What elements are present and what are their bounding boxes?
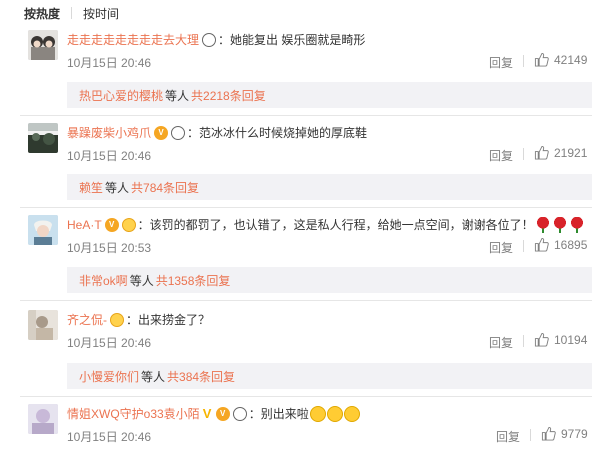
like-count: 9779 — [561, 426, 588, 441]
sort-by-time-tab[interactable]: 按时间 — [83, 5, 119, 22]
member-badge-icon — [121, 218, 136, 232]
smile-emoji-icon — [309, 406, 326, 422]
panda-emoji-icon — [232, 407, 247, 421]
comment-text: ：出来捞金了？ — [126, 313, 211, 327]
like-button[interactable]: 9779 — [541, 426, 588, 441]
thumb-up-icon — [534, 332, 549, 347]
comment-username[interactable]: HeA·T — [67, 217, 102, 233]
comment-username[interactable]: 暴躁废柴小鸡爪 — [67, 125, 151, 141]
divider — [20, 300, 592, 301]
sort-bar: 按热度 按时间 — [0, 0, 600, 26]
comment-time: 10月15日 20:46 — [67, 336, 152, 350]
avatar[interactable] — [28, 30, 58, 60]
avatar[interactable] — [28, 123, 58, 153]
sub-replies-box: 非常ok啊 等人 共1358条回复 — [67, 267, 592, 293]
comment-username[interactable]: 走走走走走走走走去大理 — [67, 32, 199, 48]
comment-text: ：她能复出 娱乐圈就是畸形 — [218, 33, 366, 47]
panda-emoji-icon — [202, 33, 217, 47]
action-divider — [523, 335, 524, 347]
sub-reply-etc: 等人 — [129, 273, 154, 288]
thumb-up-icon — [541, 426, 556, 441]
like-count: 16895 — [554, 237, 588, 252]
like-count: 10194 — [554, 332, 588, 347]
vip-badge-icon: V — [154, 126, 169, 140]
reply-button[interactable]: 回复 — [489, 334, 513, 351]
comment-username[interactable]: 情姐XWQ守护o33袁小陌 — [67, 406, 200, 422]
sub-replies-box: 小慢爱你们 等人 共384条回复 — [67, 363, 592, 389]
like-button[interactable]: 21921 — [534, 145, 587, 160]
comment-time: 10月15日 20:46 — [67, 430, 152, 444]
v-verified-icon: V — [202, 406, 212, 421]
reply-button[interactable]: 回复 — [489, 54, 513, 71]
comment-username[interactable]: 齐之侃- — [67, 312, 107, 328]
like-button[interactable]: 16895 — [534, 237, 587, 252]
comment-text: ：该罚的都罚了，也认错了，这是私人行程，给她一点空间，谢谢各位了！ — [137, 218, 534, 232]
sub-replies-box: 赖笙 等人 共784条回复 — [67, 174, 592, 200]
vip-badge-icon: V — [215, 407, 230, 421]
vip-badge-icon: V — [104, 218, 119, 232]
comment-text: ：别出来啦 — [248, 407, 309, 421]
smile-emoji-icon — [343, 406, 360, 422]
sub-reply-user[interactable]: 非常ok啊 — [79, 272, 128, 289]
reply-button[interactable]: 回复 — [496, 428, 520, 445]
like-button[interactable]: 42149 — [534, 52, 587, 67]
sub-reply-total[interactable]: 共2218条回复 — [191, 87, 266, 104]
like-count: 21921 — [554, 145, 588, 160]
avatar[interactable] — [28, 310, 58, 340]
action-divider — [523, 240, 524, 252]
comment-time: 10月15日 20:46 — [67, 149, 152, 163]
sort-by-hot-tab[interactable]: 按热度 — [24, 5, 60, 22]
sub-reply-user[interactable]: 热巴心爱的樱桃 — [79, 87, 163, 104]
sub-replies-box: 热巴心爱的樱桃 等人 共2218条回复 — [67, 82, 592, 108]
sub-reply-etc: 等人 — [105, 180, 130, 195]
reply-button[interactable]: 回复 — [489, 147, 513, 164]
rose-emoji-icon — [534, 217, 551, 233]
member-badge-icon — [110, 313, 124, 327]
sub-reply-etc: 等人 — [165, 88, 190, 103]
action-divider — [523, 148, 524, 160]
sort-separator — [71, 7, 73, 19]
sub-reply-total[interactable]: 共384条回复 — [167, 368, 235, 385]
panda-emoji-icon — [171, 126, 186, 140]
like-button[interactable]: 10194 — [534, 332, 587, 347]
sub-reply-etc: 等人 — [141, 369, 166, 384]
sub-reply-user[interactable]: 赖笙 — [79, 179, 103, 196]
smile-emoji-icon — [326, 406, 343, 422]
action-divider — [530, 429, 531, 441]
comment-text: ：范冰冰什么时候烧掉她的厚底鞋 — [187, 126, 368, 140]
thumb-up-icon — [534, 145, 549, 160]
sub-reply-total[interactable]: 共784条回复 — [131, 179, 199, 196]
rose-emoji-icon — [568, 217, 585, 233]
avatar[interactable] — [28, 215, 58, 245]
divider — [20, 115, 592, 116]
like-count: 42149 — [554, 52, 588, 67]
comment-time: 10月15日 20:46 — [67, 56, 152, 70]
thumb-up-icon — [534, 52, 549, 67]
sub-reply-total[interactable]: 共1358条回复 — [156, 272, 231, 289]
rose-emoji-icon — [551, 217, 568, 233]
sub-reply-user[interactable]: 小慢爱你们 — [79, 368, 139, 385]
avatar[interactable] — [28, 404, 58, 434]
thumb-up-icon — [534, 237, 549, 252]
divider — [20, 396, 592, 397]
reply-button[interactable]: 回复 — [489, 239, 513, 256]
comment-time: 10月15日 20:53 — [67, 241, 152, 255]
divider — [20, 207, 592, 208]
action-divider — [523, 55, 524, 67]
